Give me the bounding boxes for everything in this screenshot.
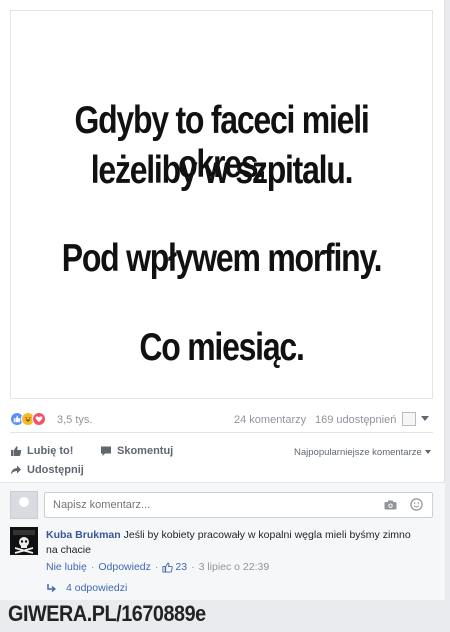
comments-count[interactable]: 24 komentarzy (234, 414, 306, 426)
replies-count: 4 odpowiedzi (66, 582, 128, 594)
comment-author[interactable]: Kuba Brukman (46, 529, 121, 541)
camera-icon[interactable] (384, 500, 397, 510)
like-label: Lubię to! (27, 445, 74, 457)
comment-input[interactable] (44, 492, 433, 518)
share-label: Udostępnij (27, 464, 84, 476)
comment-date[interactable]: 3 lipiec o 22:39 (199, 561, 270, 573)
reply-arrow-icon (47, 584, 56, 593)
comments-section: Kuba Brukman Jeśli by kobiety pracowały … (0, 482, 445, 600)
comment-likes[interactable]: 23 (162, 561, 187, 573)
reactions-count[interactable]: 3,5 tys. (57, 414, 92, 426)
emoji-icon[interactable] (410, 498, 423, 511)
meta-separator: · (191, 561, 195, 573)
meta-separator: · (90, 561, 95, 573)
view-replies-link[interactable]: 4 odpowiedzi (46, 582, 127, 594)
comment-meta: Nie lubię · Odpowiedz · 23 · 3 lipiec o … (46, 561, 269, 573)
sort-label: Najpopularniejsze komentarze (294, 447, 422, 458)
comment-text: Kuba Brukman Jeśli by kobiety pracowały … (46, 528, 416, 558)
watermark: GIWERA.PL/1670889e (8, 601, 206, 626)
unlike-link[interactable]: Nie lubię (46, 561, 87, 573)
commenter-avatar[interactable] (10, 527, 38, 555)
like-button[interactable]: Lubię to! (10, 445, 73, 457)
current-user-avatar (10, 491, 38, 519)
chevron-down-icon[interactable] (421, 416, 429, 421)
comment-label: Skomentuj (117, 445, 174, 457)
share-arrow-icon (11, 465, 21, 475)
share-button[interactable]: Udostępnij (10, 464, 84, 476)
shares-count[interactable]: 169 udostępnień (315, 414, 396, 426)
love-reaction-icon (32, 412, 46, 426)
comment-sort-dropdown[interactable]: Najpopularniejsze komentarze (294, 447, 431, 458)
thumbs-up-icon (11, 446, 22, 456)
meme-line-3: Pod wpływem morfiny. (61, 237, 383, 280)
chevron-down-icon (424, 450, 431, 455)
meme-line-4: Co miesiąc. (139, 326, 304, 369)
divider (10, 432, 433, 433)
comment-button[interactable]: Skomentuj (100, 445, 173, 457)
skull-icon (13, 530, 35, 554)
facebook-post: Gdyby to faceci mieli okres, leżeliby w … (0, 0, 445, 600)
sharer-avatar[interactable] (402, 412, 416, 426)
post-stats: 3,5 tys. 24 komentarzy 169 udostępnień (10, 410, 433, 430)
reactions-summary[interactable] (10, 412, 46, 426)
meta-separator: · (154, 561, 159, 573)
comment-icon (101, 446, 111, 456)
thumbs-up-icon (162, 562, 174, 573)
meme-line-2: leżeliby w szpitalu. (90, 149, 354, 192)
meme-image[interactable]: Gdyby to faceci mieli okres, leżeliby w … (10, 10, 433, 399)
reply-link[interactable]: Odpowiedz (98, 561, 151, 573)
comment-likes-count: 23 (175, 561, 188, 573)
